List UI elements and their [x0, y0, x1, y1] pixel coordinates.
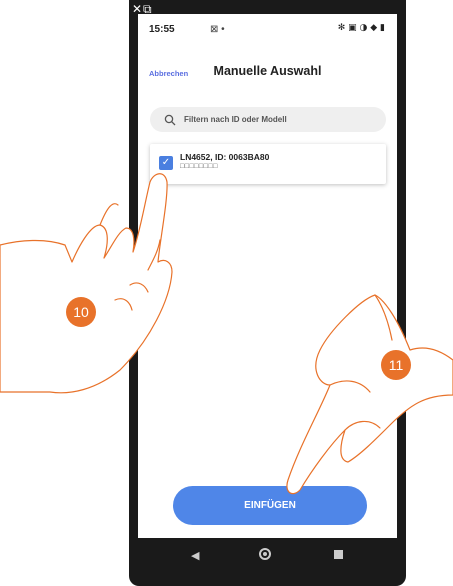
device-list-item[interactable]: ✓ LN4652, ID: 0063BA80 □□□□□□□□: [150, 144, 386, 184]
notification-icons: ⊠ •: [210, 24, 225, 35]
app-screen: 15:55 ⊠ • ✻ ▣ ◑ ◆ ▮ Abbrechen Manuelle A…: [138, 14, 397, 538]
home-icon[interactable]: [259, 548, 271, 560]
search-icon: [164, 114, 176, 126]
device-name: LN4652, ID: 0063BA80: [180, 152, 270, 162]
status-time: 15:55: [149, 24, 175, 35]
status-bar: 15:55 ⊠ • ✻ ▣ ◑ ◆ ▮: [138, 20, 397, 38]
search-bar[interactable]: [150, 107, 386, 132]
step-badge-10: 10: [66, 297, 96, 327]
recent-apps-icon[interactable]: [334, 550, 343, 559]
system-status-icons: ✻ ▣ ◑ ◆ ▮: [337, 23, 385, 33]
android-nav-bar: ◀: [138, 538, 397, 572]
insert-button[interactable]: EINFÜGEN: [173, 486, 367, 525]
page-title: Manuelle Auswahl: [213, 64, 322, 78]
back-icon[interactable]: ◀: [191, 549, 199, 562]
device-checkbox[interactable]: ✓: [159, 156, 173, 170]
checkmark-icon: ✓: [161, 157, 171, 168]
search-input[interactable]: [182, 114, 376, 125]
step-badge-11: 11: [381, 350, 411, 380]
device-subtitle: □□□□□□□□: [180, 163, 218, 170]
